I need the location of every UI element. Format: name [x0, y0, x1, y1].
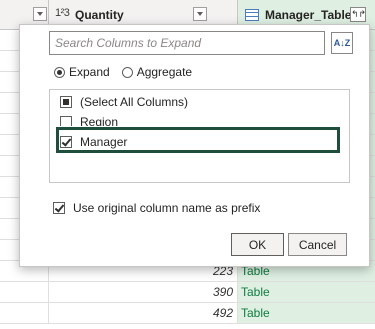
- prefix-checkbox[interactable]: [53, 202, 65, 214]
- prefix-option[interactable]: Use original column name as prefix: [53, 200, 260, 216]
- manager-highlight-box: [55, 126, 341, 154]
- cell-quantity[interactable]: 390: [49, 282, 238, 302]
- select-all-checkbox[interactable]: [60, 96, 72, 108]
- list-item-select-all[interactable]: (Select All Columns): [60, 93, 188, 111]
- cancel-button[interactable]: Cancel: [288, 233, 347, 256]
- ok-button[interactable]: OK: [231, 233, 284, 256]
- table-icon: [245, 9, 259, 21]
- expand-columns-popup: A↓Z Expand Aggregate (Select All Columns…: [19, 24, 370, 267]
- cell-quantity[interactable]: 492: [49, 303, 238, 323]
- columns-list: (Select All Columns) Region Manager: [49, 89, 350, 183]
- type-whole-number-icon[interactable]: 1²3: [55, 7, 70, 19]
- power-query-editor: 1²3 Quantity Manager_Table ↰↱ 223 Table 39…: [0, 0, 375, 329]
- expand-mode-options: Expand Aggregate: [54, 64, 204, 80]
- chevron-down-icon: [197, 12, 203, 16]
- table-row: 390 Table: [0, 282, 375, 303]
- aggregate-radio[interactable]: [121, 66, 133, 78]
- sort-ascending-button[interactable]: A↓Z: [331, 32, 353, 54]
- sort-az-icon: A↓Z: [333, 38, 351, 48]
- expand-radio-label[interactable]: Expand: [69, 65, 110, 79]
- column-title-manager-table: Manager_Table: [265, 8, 352, 22]
- column-title-quantity: Quantity: [75, 8, 124, 22]
- cell-previous[interactable]: [0, 303, 49, 323]
- expand-radio[interactable]: [54, 66, 65, 78]
- cell-manager-table[interactable]: Table: [238, 303, 375, 323]
- search-columns-field[interactable]: [49, 31, 325, 55]
- aggregate-radio-label[interactable]: Aggregate: [137, 65, 192, 79]
- cell-manager-table[interactable]: Table: [238, 282, 375, 302]
- filter-dropdown-quantity-button[interactable]: [193, 7, 207, 21]
- prefix-label[interactable]: Use original column name as prefix: [73, 201, 260, 215]
- filter-dropdown-previous-button[interactable]: [33, 7, 47, 21]
- cell-previous[interactable]: [0, 282, 49, 302]
- search-columns-input[interactable]: [50, 32, 324, 54]
- select-all-label[interactable]: (Select All Columns): [80, 95, 188, 109]
- expand-column-button[interactable]: ↰↱: [350, 7, 366, 22]
- table-row: 492 Table: [0, 303, 375, 324]
- chevron-down-icon: [37, 12, 43, 16]
